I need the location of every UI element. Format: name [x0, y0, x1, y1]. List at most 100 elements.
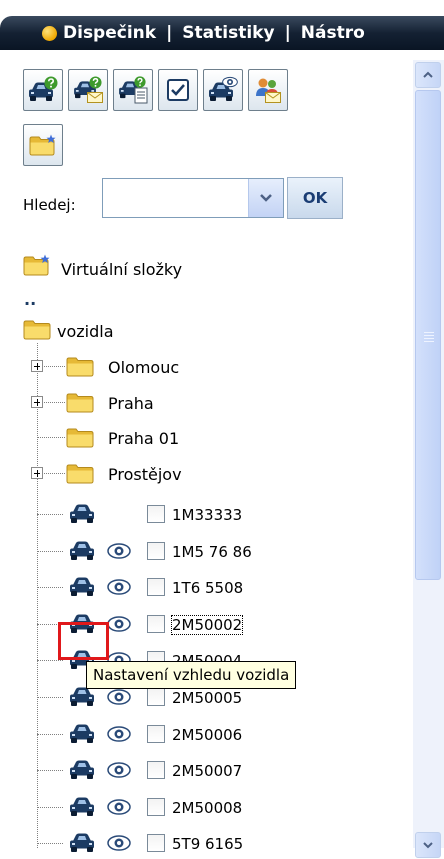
vehicle-checkbox[interactable] — [147, 578, 165, 596]
vehicle-plate-label[interactable]: 2M50002 — [170, 615, 244, 635]
tree-connector-line — [37, 437, 65, 438]
new-virtual-folder-button[interactable] — [23, 124, 63, 166]
tree-folder-prostejov[interactable]: Prostějov — [108, 465, 182, 484]
ok-button[interactable]: OK — [287, 177, 343, 219]
vehicle-checkbox[interactable] — [147, 688, 165, 706]
vehicle-checkbox[interactable] — [147, 505, 165, 523]
vehicle-checkbox[interactable] — [147, 798, 165, 816]
tree-connector-line — [37, 697, 63, 698]
scroll-thumb[interactable] — [415, 90, 441, 580]
vehicle-plate-label[interactable]: 2M50005 — [172, 689, 242, 707]
menu-item-dispecink[interactable]: Dispečink — [63, 23, 156, 43]
menu-separator: | — [166, 23, 173, 43]
search-dropdown-button[interactable] — [248, 179, 283, 217]
tree-connector-line — [37, 660, 63, 661]
folder-icon — [66, 391, 94, 413]
car-icon[interactable] — [68, 576, 96, 598]
eye-icon[interactable] — [107, 615, 131, 633]
scroll-down-button[interactable] — [415, 832, 441, 858]
vertical-scrollbar[interactable] — [413, 60, 444, 858]
vehicle-plate-label[interactable]: 2M50008 — [172, 799, 242, 817]
tree-connector-line — [37, 514, 63, 515]
vehicle-plate-label[interactable]: 2M50007 — [172, 762, 242, 780]
tree-connector-line — [37, 807, 63, 808]
send-group-message-button[interactable] — [248, 69, 288, 111]
search-label: Hledej: — [23, 196, 76, 214]
car-eye-icon — [209, 76, 238, 101]
folder-icon — [23, 318, 51, 340]
car-icon[interactable] — [68, 759, 96, 781]
new-folder-icon — [29, 134, 56, 156]
eye-icon[interactable] — [107, 761, 131, 779]
vehicle-plate-label[interactable]: 2M50006 — [172, 726, 242, 744]
vehicle-row[interactable]: 2M50006 — [0, 720, 420, 750]
vehicle-visibility-button[interactable] — [203, 69, 243, 111]
checkbox-icon — [167, 79, 189, 101]
vehicle-plate-label[interactable]: 1T6 5508 — [172, 579, 243, 597]
chevron-up-icon — [423, 71, 433, 78]
vehicle-checkbox[interactable] — [147, 542, 165, 560]
toolbar-second-row — [23, 124, 68, 166]
expand-toggle[interactable] — [31, 360, 43, 372]
tooltip: Nastavení vzhledu vozidla — [86, 661, 297, 689]
people-mail-icon — [256, 78, 282, 103]
eye-icon[interactable] — [107, 542, 131, 560]
scroll-up-button[interactable] — [415, 62, 441, 88]
virtual-folder-icon — [23, 254, 51, 276]
bullet-icon — [42, 25, 57, 41]
menu-strip: Dispečink | Statistiky | Nástro — [0, 16, 444, 50]
tree-item-vozidla[interactable]: vozidla — [57, 322, 114, 341]
vehicle-plate-label[interactable]: 5T9 6165 — [172, 835, 243, 853]
chevron-down-icon — [260, 194, 272, 202]
search-combobox[interactable] — [102, 178, 284, 218]
vehicle-checkbox[interactable] — [147, 615, 165, 633]
car-question-icon — [29, 76, 58, 101]
eye-icon[interactable] — [107, 725, 131, 743]
car-icon[interactable] — [68, 686, 96, 708]
vehicle-row[interactable]: 1T6 5508 — [0, 573, 420, 603]
send-vehicle-message-button[interactable] — [68, 69, 108, 111]
car-mail-question-icon — [74, 76, 103, 103]
parent-folder-link[interactable]: .. — [24, 290, 36, 309]
car-icon[interactable] — [68, 503, 96, 525]
vehicle-plate-label[interactable]: 1M5 76 86 — [172, 543, 252, 561]
highlight-box — [58, 622, 109, 660]
folder-icon — [66, 426, 94, 448]
tree-connector-line — [37, 734, 63, 735]
vehicle-row[interactable]: 2M50007 — [0, 756, 420, 786]
tree-connector-line — [37, 551, 63, 552]
vehicle-plate-label[interactable]: 1M33333 — [172, 506, 242, 524]
vehicle-checkbox[interactable] — [147, 725, 165, 743]
tree-connector-line — [37, 843, 63, 844]
car-document-icon — [119, 76, 148, 104]
menu-item-statistiky[interactable]: Statistiky — [182, 23, 274, 43]
eye-icon[interactable] — [107, 578, 131, 596]
expand-toggle[interactable] — [31, 396, 43, 408]
vehicle-report-button[interactable] — [113, 69, 153, 111]
menu-item-nastroje[interactable]: Nástro — [301, 23, 365, 43]
expand-toggle[interactable] — [31, 467, 43, 479]
car-icon[interactable] — [68, 832, 96, 854]
find-vehicle-button[interactable] — [23, 69, 63, 111]
search-input[interactable] — [103, 179, 249, 217]
eye-icon[interactable] — [107, 688, 131, 706]
tree-item-virtual-folders[interactable]: Virtuální složky — [61, 260, 182, 279]
select-all-button[interactable] — [158, 69, 198, 111]
vehicle-checkbox[interactable] — [147, 834, 165, 852]
tree-folder-praha-01[interactable]: Praha 01 — [108, 429, 179, 448]
folder-icon — [66, 462, 94, 484]
car-icon[interactable] — [68, 723, 96, 745]
eye-icon[interactable] — [107, 834, 131, 852]
vehicle-row[interactable]: 2M50008 — [0, 793, 420, 823]
vehicle-row[interactable]: 1M33333 — [0, 500, 420, 530]
car-icon[interactable] — [68, 796, 96, 818]
tree-connector-line — [37, 587, 63, 588]
tree-folder-olomouc[interactable]: Olomouc — [108, 358, 179, 377]
vehicle-row[interactable]: 1M5 76 86 — [0, 537, 420, 567]
vehicle-row[interactable]: 5T9 6165 — [0, 829, 420, 859]
eye-icon[interactable] — [107, 798, 131, 816]
folder-icon — [66, 355, 94, 377]
tree-folder-praha[interactable]: Praha — [108, 394, 154, 413]
vehicle-checkbox[interactable] — [147, 761, 165, 779]
car-icon[interactable] — [68, 540, 96, 562]
